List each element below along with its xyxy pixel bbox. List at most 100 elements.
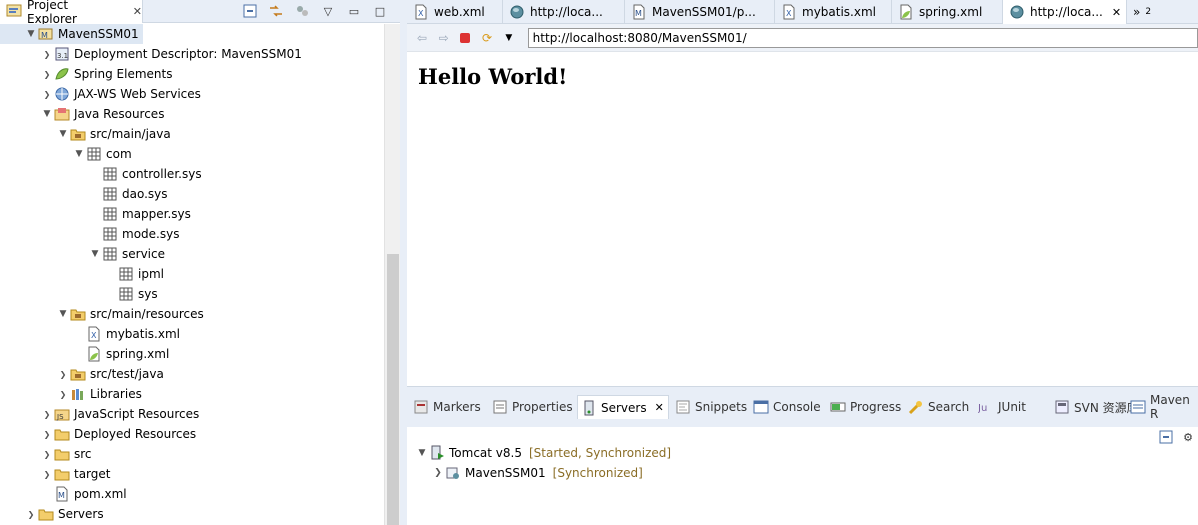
chevron-down-icon[interactable]: ▼ [56, 307, 70, 321]
tree-item[interactable]: ▼ M MavenSSM01 [0, 24, 143, 44]
close-icon[interactable]: ✕ [655, 401, 664, 414]
tree-item[interactable]: ❯ JS JavaScript Resources [0, 404, 384, 424]
web-module-icon [445, 465, 461, 481]
tree-item[interactable]: ❯ target [0, 464, 384, 484]
tree-item[interactable]: sys [0, 284, 384, 304]
tree-item[interactable]: ▼ src/main/resources [0, 304, 384, 324]
chevron-right-icon[interactable]: ❯ [40, 67, 54, 81]
tree-item[interactable]: ▼ src/main/java [0, 124, 384, 144]
package-icon [118, 266, 134, 282]
server-item[interactable]: ❯ MavenSSM01 [Synchronized] [407, 463, 671, 483]
chevron-down-icon[interactable]: ▼ [24, 27, 38, 41]
svg-text:JS: JS [56, 413, 64, 421]
tree-item[interactable]: ▼ com [0, 144, 384, 164]
dropdown-icon[interactable]: ▼ [500, 29, 518, 47]
bottom-tab[interactable]: Progress [827, 395, 901, 419]
tree-item[interactable]: ❯ Spring Elements [0, 64, 384, 84]
bottom-tab[interactable]: Servers ✕ [577, 395, 669, 419]
filters-icon[interactable] [294, 3, 310, 19]
chevron-right-icon[interactable]: ❯ [40, 47, 54, 61]
collapse-all-icon[interactable] [1158, 429, 1174, 445]
tab-project-explorer[interactable]: Project Explorer ✕ [0, 0, 143, 26]
editor-tab[interactable]: http://loca... ✕ [1003, 0, 1127, 24]
link-with-editor-icon[interactable] [268, 3, 284, 19]
chevron-right-icon[interactable]: ❯ [40, 467, 54, 481]
tree-item[interactable]: ❯ Libraries [0, 384, 384, 404]
chevron-right-icon[interactable]: ❯ [24, 507, 38, 521]
back-icon[interactable]: ⇦ [413, 29, 431, 47]
view-splitter[interactable] [400, 0, 407, 525]
tree-item[interactable]: mapper.sys [0, 204, 384, 224]
close-icon[interactable]: ✕ [1112, 6, 1121, 19]
chevron-right-icon[interactable]: ❯ [40, 407, 54, 421]
collapse-all-icon[interactable] [242, 3, 258, 19]
chevron-down-icon[interactable]: ▼ [40, 107, 54, 121]
bottom-tab[interactable]: Ju JUnit [975, 395, 1026, 419]
svg-text:M: M [635, 9, 642, 18]
settings-icon[interactable]: ⚙ [1180, 429, 1196, 445]
editor-tab[interactable]: Xweb.xml [407, 0, 503, 24]
maximize-icon[interactable]: □ [372, 3, 388, 19]
chevron-right-icon[interactable]: ❯ [40, 427, 54, 441]
close-icon[interactable]: ✕ [133, 5, 142, 18]
svg-text:3.1: 3.1 [57, 52, 68, 60]
tree-item[interactable]: Xmybatis.xml [0, 324, 384, 344]
tree-item[interactable]: ❯ Deployed Resources [0, 424, 384, 444]
project-tree: ▼ M MavenSSM01 ❯ 3.1 Deployment Descriptor: M… [0, 24, 384, 525]
server-item[interactable]: ▼ Tomcat v8.5 [Started, Synchronized] [407, 443, 671, 463]
minimize-icon[interactable]: ▭ [346, 3, 362, 19]
tree-item[interactable]: dao.sys [0, 184, 384, 204]
editor-tab[interactable]: Xmybatis.xml [775, 0, 892, 24]
chevron-right-icon[interactable]: ❯ [431, 468, 445, 478]
bottom-tab[interactable]: SVN 资源库 [1051, 395, 1139, 419]
tree-item[interactable]: ▼ service [0, 244, 384, 264]
chevron-right-icon[interactable]: ❯ [56, 387, 70, 401]
tree-item[interactable]: ❯ Servers [0, 504, 384, 524]
tree-item-label: Deployment Descriptor: MavenSSM01 [74, 47, 302, 61]
tree-item[interactable]: ❯ 3.1 Deployment Descriptor: MavenSSM01 [0, 44, 384, 64]
tree-item-label: spring.xml [106, 347, 170, 361]
tree-item[interactable]: ❯ src/test/java [0, 364, 384, 384]
java-resources-icon [54, 106, 70, 122]
chevron-right-icon[interactable]: ❯ [40, 87, 54, 101]
tree-item[interactable]: ❯ JAX-WS Web Services [0, 84, 384, 104]
chevron-right-icon[interactable]: ❯ [40, 447, 54, 461]
tree-item[interactable]: ▼ Java Resources [0, 104, 384, 124]
stop-icon[interactable] [456, 29, 474, 47]
tree-item[interactable]: ❯ src [0, 444, 384, 464]
tree-item-label: com [106, 147, 132, 161]
tree-item[interactable]: ipml [0, 264, 384, 284]
folder-icon [54, 466, 70, 482]
xml-file-icon: X [413, 4, 429, 20]
bottom-tab[interactable]: Snippets [672, 395, 747, 419]
chevron-down-icon[interactable]: ▼ [72, 147, 86, 161]
url-field[interactable]: http://localhost:8080/MavenSSM01/ [527, 27, 1198, 48]
tree-item[interactable]: spring.xml [0, 344, 384, 364]
bottom-tab[interactable]: Markers [410, 395, 481, 419]
vertical-scrollbar[interactable] [384, 24, 400, 525]
chevron-down-icon[interactable]: ▼ [56, 127, 70, 141]
bottom-tab[interactable]: Console [750, 395, 821, 419]
url-text: http://localhost:8080/MavenSSM01/ [532, 30, 747, 45]
tree-item[interactable]: mode.sys [0, 224, 384, 244]
forward-icon[interactable]: ⇨ [435, 29, 453, 47]
editor-tab[interactable]: http://loca... [503, 0, 625, 24]
bottom-tab[interactable]: Maven R [1127, 393, 1198, 421]
bottom-tab[interactable]: Search [905, 395, 969, 419]
chevron-down-icon[interactable]: ▼ [415, 448, 429, 458]
bottom-tab[interactable]: Properties [489, 395, 573, 419]
tree-item[interactable]: controller.sys [0, 164, 384, 184]
refresh-icon[interactable]: ⟳ [478, 29, 496, 47]
tab-overflow[interactable]: » 2 [1127, 0, 1151, 24]
view-menu-icon[interactable]: ▽ [320, 3, 336, 19]
scrollbar-thumb[interactable] [387, 254, 399, 525]
chevron-down-icon[interactable]: ▼ [88, 247, 102, 261]
editor-tab[interactable]: spring.xml [892, 0, 1003, 24]
tree-item-label: Servers [58, 507, 104, 521]
tree-item[interactable]: Mpom.xml [0, 484, 384, 504]
page-heading: Hello World! [418, 64, 568, 89]
chevron-right-icon[interactable]: ❯ [56, 367, 70, 381]
editor-tab[interactable]: M MavenSSM01/p... [625, 0, 775, 24]
